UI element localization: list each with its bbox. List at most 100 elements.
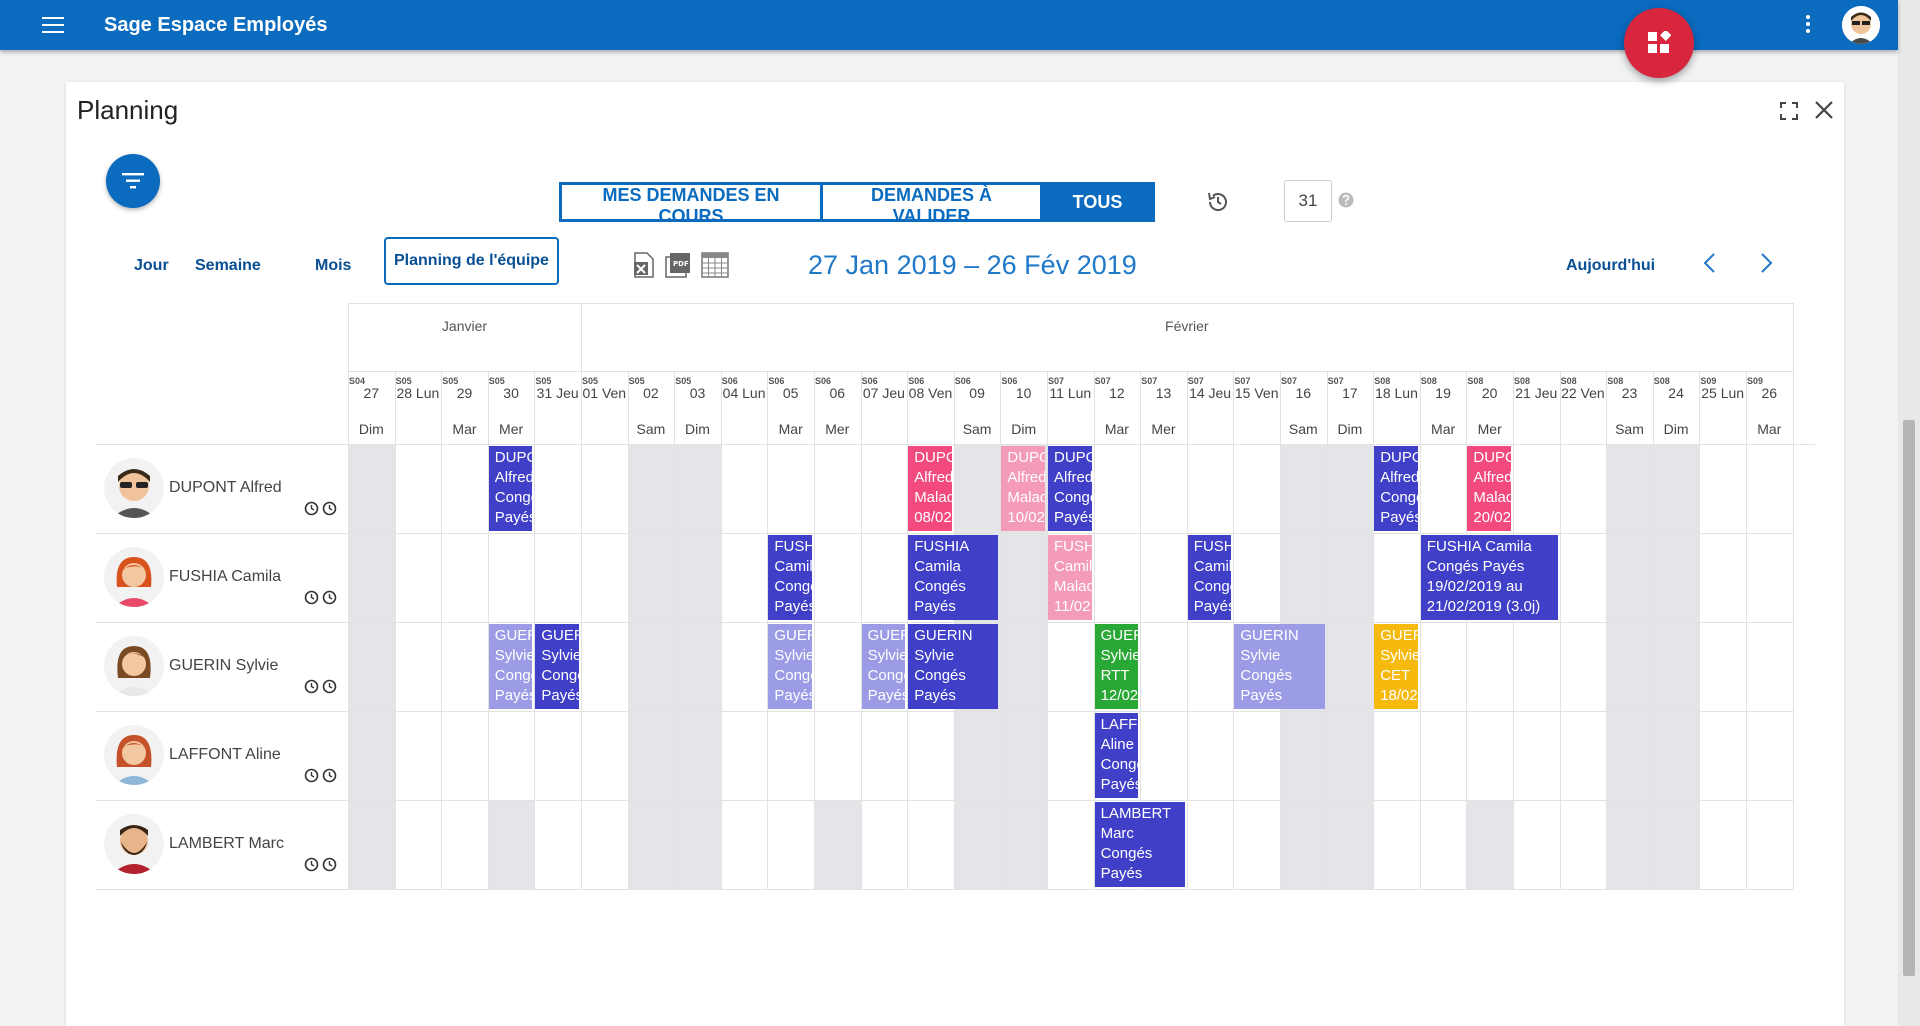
filter-button[interactable] xyxy=(106,154,160,208)
tab-day[interactable]: Jour xyxy=(134,257,169,275)
apps-fab-button[interactable] xyxy=(1624,8,1694,78)
filter-all-button[interactable]: TOUS xyxy=(1043,182,1155,222)
event-line: GUERIN xyxy=(914,627,973,644)
day-column-line xyxy=(1419,371,1421,889)
event-line: Aline xyxy=(1100,736,1134,753)
day-number: 08 Ven xyxy=(908,385,953,401)
day-number: 02 xyxy=(643,385,659,401)
absence-event[interactable]: DUPONT Alfred Congés Payés xyxy=(1048,446,1092,531)
filter-to-validate-button[interactable]: DEMANDES À VALIDER xyxy=(823,182,1043,226)
day-of-week: Sam xyxy=(962,421,992,437)
help-icon[interactable] xyxy=(1338,192,1354,208)
absence-event[interactable]: FUSHIA Camila Congés Payés 19/02/2019 au 21… xyxy=(1420,535,1558,620)
month-label: Février xyxy=(1165,318,1209,334)
fullscreen-icon[interactable] xyxy=(1780,102,1798,120)
more-options-icon[interactable] xyxy=(1806,15,1810,35)
event-line: Congés xyxy=(914,667,966,684)
absence-event[interactable]: DUPONT Alfred Maladie 08/02 xyxy=(908,446,952,531)
clock-icon[interactable] xyxy=(322,590,337,605)
employee-name: LAMBERT Marc xyxy=(169,835,284,852)
day-column-line xyxy=(1186,371,1188,889)
clock-icon[interactable] xyxy=(322,501,337,516)
absence-event[interactable]: FUSHIA Camila Maladie 11/02 xyxy=(1048,535,1092,620)
timer-icon[interactable] xyxy=(304,857,319,872)
event-line: GUERIN xyxy=(774,627,812,644)
event-line: Maladie xyxy=(1007,489,1045,506)
event-line: Maladie xyxy=(1473,489,1511,506)
timer-icon[interactable] xyxy=(304,501,319,516)
clock-icon[interactable] xyxy=(322,679,337,694)
day-count-input[interactable]: 31 xyxy=(1284,180,1332,222)
apps-icon xyxy=(1648,31,1671,53)
clock-icon[interactable] xyxy=(322,768,337,783)
event-line: Congés xyxy=(867,667,906,684)
absence-event[interactable]: GUERIN Sylvie Congés Payés xyxy=(488,624,533,709)
absence-event[interactable]: GUERIN Sylvie Congés Payés xyxy=(768,624,812,709)
chevron-right-icon[interactable] xyxy=(1760,252,1774,274)
event-line: Sylvie xyxy=(1380,647,1418,664)
absence-event[interactable]: FUSHIA Camila Congés Payés xyxy=(1187,535,1232,620)
event-line: Payés xyxy=(867,687,906,704)
day-of-week: Mer xyxy=(499,421,524,437)
header-bottom-line xyxy=(96,444,1815,445)
absence-event[interactable]: GUERIN Sylvie RTT 12/02 xyxy=(1094,624,1139,709)
page-scrollbar-thumb[interactable] xyxy=(1903,420,1915,976)
event-line: Camila xyxy=(1193,558,1232,575)
employee-avatar xyxy=(104,725,164,785)
clock-icon[interactable] xyxy=(322,857,337,872)
event-line: LAFFONT xyxy=(1100,716,1139,733)
close-icon[interactable] xyxy=(1814,100,1834,120)
day-number: 28 Lun xyxy=(396,385,440,401)
weekend-cell xyxy=(627,444,675,889)
timer-icon[interactable] xyxy=(304,679,319,694)
day-number: 15 Ven xyxy=(1234,385,1279,401)
absence-event[interactable]: DUPONT Alfred Congés Payés xyxy=(1374,446,1418,531)
absence-event[interactable]: DUPONT Alfred Maladie 20/02 xyxy=(1467,446,1511,531)
day-of-week: Sam xyxy=(1615,421,1644,437)
absence-event[interactable]: GUERIN Sylvie Congés Payés xyxy=(861,624,906,709)
event-line: Payés xyxy=(541,687,579,704)
absence-event[interactable]: DUPONT Alfred Congés Payés xyxy=(488,446,533,531)
history-icon[interactable] xyxy=(1206,190,1230,214)
absence-event[interactable]: LAMBERT Marc Congés Payés xyxy=(1094,802,1185,887)
chevron-left-icon[interactable] xyxy=(1702,252,1716,274)
tab-week[interactable]: Semaine xyxy=(195,257,261,275)
absence-event[interactable]: GUERIN Sylvie Congés Payés xyxy=(535,624,579,709)
weekend-cell xyxy=(1326,444,1374,889)
timer-icon[interactable] xyxy=(304,590,319,605)
timer-icon[interactable] xyxy=(304,768,319,783)
absence-event[interactable]: FUSHIA Camila Congés Payés xyxy=(908,535,999,620)
event-line: Sylvie xyxy=(867,647,906,664)
event-line: Sylvie xyxy=(541,647,579,664)
tab-team-planning[interactable]: Planning de l'équipe xyxy=(384,237,559,285)
excel-export-icon[interactable] xyxy=(633,252,655,278)
absence-event[interactable]: FUSHIA Camila Congés Payés xyxy=(768,535,812,620)
absence-event[interactable]: LAFFONT Aline Congés Payés xyxy=(1094,713,1139,798)
event-line: FUSHIA xyxy=(914,538,970,555)
event-line: Payés xyxy=(1100,865,1143,882)
event-line: Congés Payés xyxy=(1426,558,1525,575)
row-divider-line xyxy=(96,800,1793,801)
absence-event[interactable]: GUERIN Sylvie Congés Payés xyxy=(1234,624,1325,709)
user-avatar[interactable] xyxy=(1842,6,1880,44)
absence-event[interactable]: GUERIN Sylvie Congés Payés xyxy=(908,624,999,709)
event-line: Alfred xyxy=(494,469,533,486)
tab-month[interactable]: Mois xyxy=(315,257,351,275)
filter-my-requests-button[interactable]: MES DEMANDES EN COURS xyxy=(559,182,823,226)
today-button[interactable]: Aujourd'hui xyxy=(1566,257,1655,275)
weekend-cell xyxy=(1652,444,1700,889)
day-number: 11 Lun xyxy=(1049,385,1092,401)
absence-event[interactable]: GUERIN Sylvie CET 18/02 xyxy=(1374,624,1418,709)
employee-name: GUERIN Sylvie xyxy=(169,657,279,674)
menu-icon[interactable] xyxy=(42,17,64,33)
calendar-export-icon[interactable] xyxy=(701,252,729,278)
absence-event[interactable]: DUPONT Alfred Maladie 10/02 xyxy=(1001,446,1045,531)
event-line: Congés xyxy=(914,578,966,595)
event-line: FUSHIA xyxy=(1054,538,1092,555)
event-line: GUERIN xyxy=(541,627,579,644)
day-number: 26 xyxy=(1761,385,1778,401)
planning-panel: Planning MES DEMANDES EN COURS DEMANDES … xyxy=(66,82,1844,1026)
day-column-line xyxy=(1746,371,1747,889)
event-line: Payés xyxy=(1380,509,1418,526)
pdf-export-icon[interactable]: PDF xyxy=(665,252,691,278)
